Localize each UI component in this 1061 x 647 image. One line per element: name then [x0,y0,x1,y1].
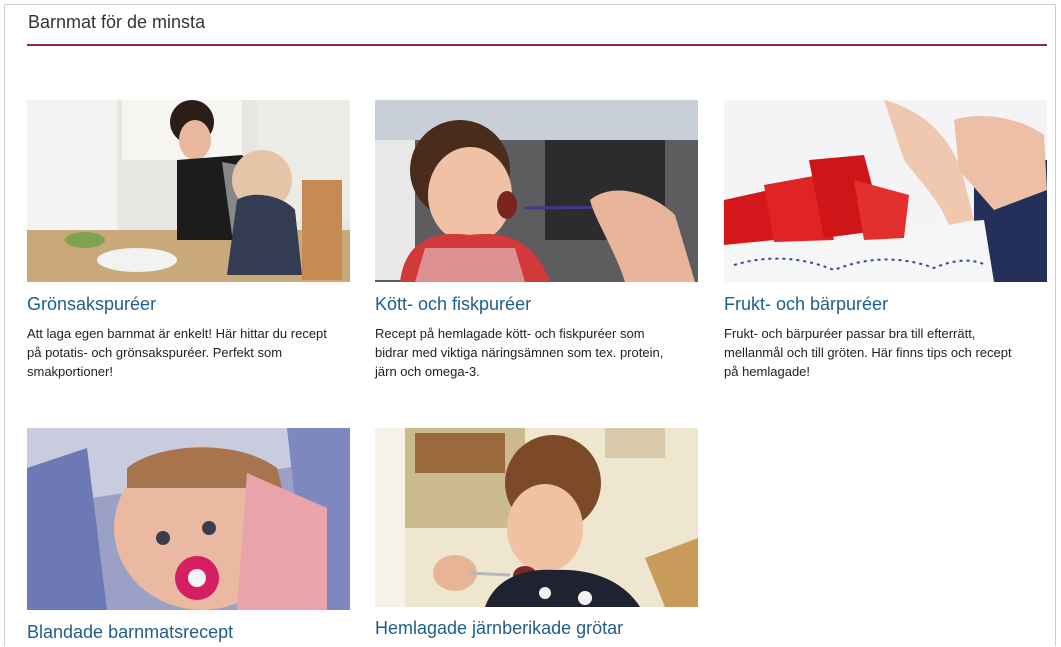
card-description: Recept på hemlagade kött- och fiskpuréer… [375,326,664,379]
section-title: Barnmat för de minsta [28,12,206,32]
card-title[interactable]: Grönsakspuréer [27,293,350,315]
strawberries-bowl-photo[interactable] [724,100,1047,282]
recipe-card-blandade: Blandade barnmatsrecept [27,428,350,643]
card-title[interactable]: Kött- och fiskpuréer [375,293,698,315]
mother-feeding-baby-photo[interactable] [27,100,350,282]
card-description: Att laga egen barnmat är enkelt! Här hit… [27,326,327,379]
card-title[interactable]: Blandade barnmatsrecept [27,621,350,643]
card-description: Frukt- och bärpuréer passar bra till eft… [724,326,1012,379]
card-title[interactable]: Frukt- och bärpuréer [724,293,1047,315]
title-divider [27,44,1047,46]
card-title[interactable]: Hemlagade järnberikade grötar [375,617,698,639]
recipe-card-gronsaker: Grönsakspuréer Att laga egen barnmat är … [27,100,350,381]
baby-with-pacifier-photo[interactable] [27,428,350,610]
boy-eating-porridge-photo[interactable] [375,428,698,607]
recipe-card-frukt-bar: Frukt- och bärpuréer Frukt- och bärpurée… [724,100,1047,381]
recipe-card-kott-fisk: Kött- och fiskpuréer Recept på hemlagade… [375,100,698,381]
recipe-card-grotar: Hemlagade järnberikade grötar [375,428,698,639]
toddler-eating-photo[interactable] [375,100,698,282]
